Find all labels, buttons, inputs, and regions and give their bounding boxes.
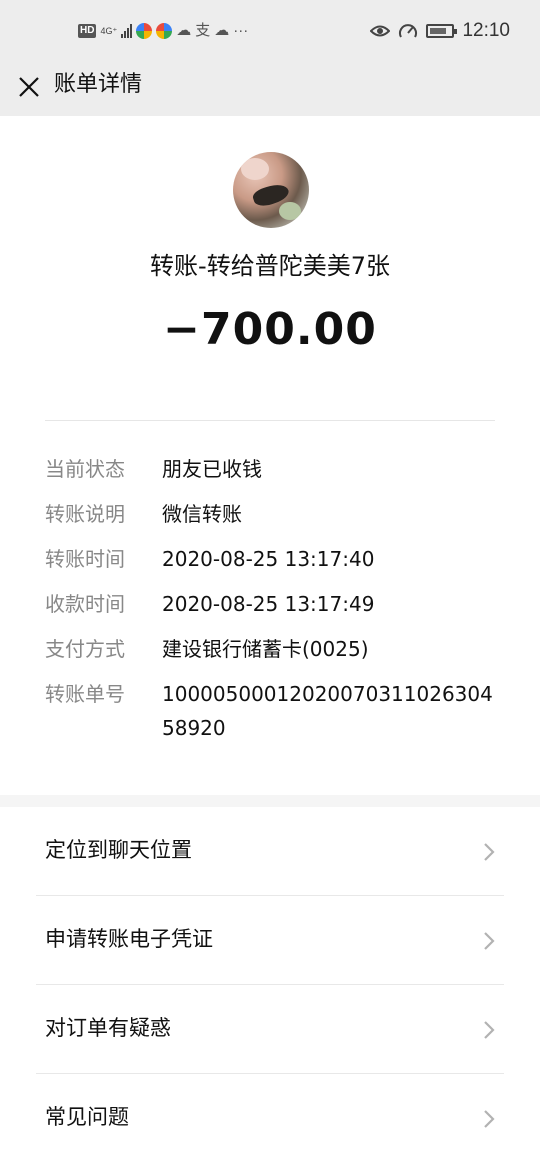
detail-value: 2020-08-25 13:17:40 xyxy=(162,547,375,571)
detail-label: 转账时间 xyxy=(45,547,125,571)
divider xyxy=(45,420,495,421)
section-gap xyxy=(0,795,540,807)
detail-label: 支付方式 xyxy=(45,637,125,661)
menu-item-label: 定位到聊天位置 xyxy=(45,838,192,862)
status-bar: HD 4G⁺ ☁ 支 ☁ ··· 12:10 xyxy=(0,0,540,62)
detail-row-transfer-id: 转账单号 1000050001202007031102630458920 xyxy=(45,677,495,745)
transfer-title: 转账-转给普陀美美7张 xyxy=(150,252,390,280)
detail-value[interactable]: 1000050001202007031102630458920 xyxy=(162,677,495,745)
close-button[interactable] xyxy=(14,72,44,102)
detail-label: 转账说明 xyxy=(45,502,125,526)
alipay-icon: 支 xyxy=(195,22,211,39)
battery-icon xyxy=(426,24,458,38)
cloud-icon: ☁ xyxy=(176,22,192,39)
menu-item-locate-chat[interactable]: 定位到聊天位置 xyxy=(0,807,540,896)
more-icon: ··· xyxy=(233,22,249,39)
detail-row-status: 当前状态 朋友已收钱 xyxy=(45,452,495,486)
status-left: HD 4G⁺ ☁ 支 ☁ ··· xyxy=(78,20,248,42)
detail-value: 2020-08-25 13:17:49 xyxy=(162,592,375,616)
clock: 12:10 xyxy=(462,20,510,41)
menu-item-faq[interactable]: 常见问题 xyxy=(0,1074,540,1155)
app-notification-icon xyxy=(156,23,173,39)
app-notification-icon xyxy=(136,23,153,39)
menu-item-e-voucher[interactable]: 申请转账电子凭证 xyxy=(0,896,540,985)
chevron-right-icon xyxy=(484,932,495,950)
detail-row-transfer-time: 转账时间 2020-08-25 13:17:40 xyxy=(45,542,495,576)
avatar[interactable] xyxy=(233,152,309,228)
chevron-right-icon xyxy=(484,1110,495,1128)
detail-row-receive-time: 收款时间 2020-08-25 13:17:49 xyxy=(45,587,495,621)
detail-row-description: 转账说明 微信转账 xyxy=(45,497,495,531)
eye-icon xyxy=(370,25,391,37)
network-type: 4G⁺ xyxy=(100,25,118,36)
menu-item-order-question[interactable]: 对订单有疑惑 xyxy=(0,985,540,1074)
cloud-icon: ☁ xyxy=(214,22,230,39)
amount: −700.00 xyxy=(163,304,377,355)
chevron-right-icon xyxy=(484,1021,495,1039)
speed-icon xyxy=(399,24,418,38)
detail-value: 微信转账 xyxy=(162,502,242,526)
page-title: 账单详情 xyxy=(54,72,143,97)
detail-value: 朋友已收钱 xyxy=(162,457,262,481)
action-menu: 定位到聊天位置 申请转账电子凭证 对订单有疑惑 常见问题 xyxy=(0,807,540,1155)
close-icon xyxy=(19,77,39,97)
detail-value: 建设银行储蓄卡(0025) xyxy=(162,637,369,661)
nav-bar: 账单详情 xyxy=(0,62,540,116)
detail-row-payment-method: 支付方式 建设银行储蓄卡(0025) xyxy=(45,632,495,666)
signal-icon xyxy=(121,24,133,38)
menu-item-label: 常见问题 xyxy=(45,1105,129,1129)
status-right: 12:10 xyxy=(370,20,510,42)
chevron-right-icon xyxy=(484,843,495,861)
menu-item-label: 对订单有疑惑 xyxy=(45,1016,171,1040)
menu-item-label: 申请转账电子凭证 xyxy=(45,927,213,951)
detail-list: 当前状态 朋友已收钱 转账说明 微信转账 转账时间 2020-08-25 13:… xyxy=(45,452,495,756)
detail-label: 收款时间 xyxy=(45,592,125,616)
hd-icon: HD xyxy=(78,24,97,38)
detail-label: 转账单号 xyxy=(45,682,125,706)
detail-label: 当前状态 xyxy=(45,457,125,481)
